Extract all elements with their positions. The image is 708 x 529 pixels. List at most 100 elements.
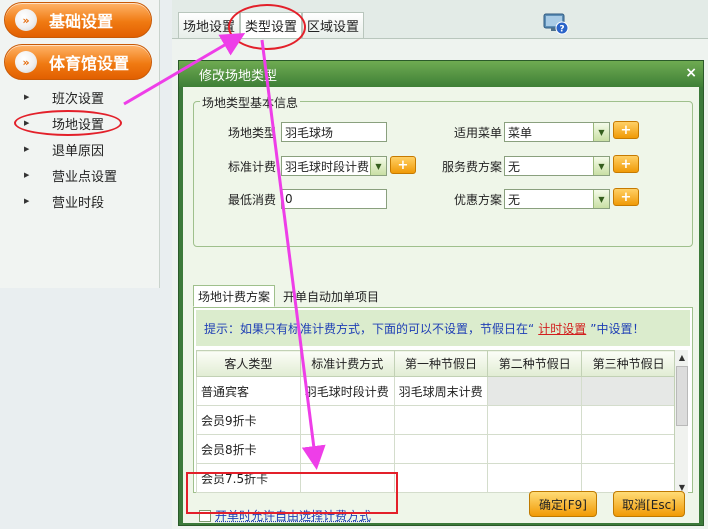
- chevron-down-icon[interactable]: ▼: [593, 157, 609, 175]
- add-menu-button[interactable]: +: [613, 121, 639, 139]
- add-discount-button[interactable]: +: [613, 188, 639, 206]
- add-service-fee-button[interactable]: +: [613, 155, 639, 173]
- tab-venue-fee-plan[interactable]: 场地计费方案: [193, 285, 276, 307]
- sidebar: » 基础设置 » 体育馆设置 ▶ 班次设置 ▶ 场地设置 ▶ 退单原因 ▶ 营业…: [0, 0, 160, 288]
- grid-cell[interactable]: 羽毛球时段计费: [299, 376, 395, 406]
- sidebar-item-refund-reason[interactable]: ▶ 退单原因: [24, 136, 154, 162]
- grid-cell[interactable]: [393, 434, 489, 464]
- grid-cell[interactable]: [581, 434, 676, 464]
- tab-label: 开单自动加单项目: [283, 289, 380, 304]
- timing-settings-link[interactable]: 计时设置: [538, 320, 586, 337]
- sidebar-item-label: 营业点设置: [52, 169, 118, 185]
- close-icon[interactable]: ×: [685, 65, 697, 81]
- table-row: 普通宾客 羽毛球时段计费 羽毛球周末计费: [196, 376, 676, 406]
- grid-cell[interactable]: [487, 405, 583, 435]
- category-label: 基础设置: [49, 12, 114, 31]
- standard-fee-select[interactable]: 羽毛球时段计费 ▼: [281, 156, 387, 176]
- edit-venue-type-dialog: 修改场地类型 × 场地类型基本信息 场地类型 羽毛球场 标准计费 羽毛球时段计费…: [178, 60, 704, 526]
- tab-area-settings[interactable]: 区域设置: [302, 12, 365, 38]
- grid-cell[interactable]: 羽毛球周末计费: [393, 376, 489, 406]
- menu-value: 菜单: [508, 125, 533, 140]
- grid-scrollbar[interactable]: ▲ ▼: [674, 350, 688, 494]
- triangle-right-icon: ▶: [24, 197, 30, 205]
- double-chevron-down-icon: »: [15, 51, 37, 73]
- chevron-down-icon[interactable]: ▼: [593, 190, 609, 208]
- column-header[interactable]: 第二种节假日: [487, 350, 583, 377]
- highlight-type-settings: [228, 4, 306, 50]
- column-header[interactable]: 客人类型: [196, 350, 301, 377]
- group-legend: 场地类型基本信息: [200, 94, 301, 111]
- service-fee-label: 服务费方案: [441, 160, 502, 174]
- grid-cell[interactable]: [487, 434, 583, 464]
- discount-select[interactable]: 无 ▼: [504, 189, 610, 209]
- sidebar-item-business-hours[interactable]: ▶ 营业时段: [24, 188, 154, 214]
- sidebar-item-label: 班次设置: [52, 91, 105, 107]
- discount-label: 优惠方案: [453, 193, 502, 207]
- grid-cell[interactable]: 会员9折卡: [196, 405, 301, 435]
- chevron-down-icon[interactable]: ▼: [593, 123, 609, 141]
- service-fee-value: 无: [508, 159, 521, 174]
- triangle-right-icon: ▶: [24, 145, 30, 153]
- grid-cell[interactable]: [487, 463, 583, 493]
- cancel-button[interactable]: 取消[Esc]: [613, 491, 685, 517]
- scroll-up-icon[interactable]: ▲: [675, 350, 689, 364]
- grid-cell[interactable]: 普通宾客: [196, 376, 301, 406]
- menu-select[interactable]: 菜单 ▼: [504, 122, 610, 142]
- tab-auto-add-items[interactable]: 开单自动加单项目: [279, 285, 383, 307]
- hint-text-end: ”中设置！: [590, 321, 645, 336]
- grid-cell[interactable]: [581, 463, 676, 493]
- dialog-titlebar[interactable]: 修改场地类型: [179, 61, 703, 87]
- venue-type-input[interactable]: 羽毛球场: [281, 122, 387, 142]
- min-spend-value: 0: [285, 192, 293, 206]
- sidebar-item-shift-settings[interactable]: ▶ 班次设置: [24, 84, 154, 110]
- category-basic-settings[interactable]: » 基础设置: [4, 2, 152, 38]
- grid-cell[interactable]: [299, 405, 395, 435]
- grid-cell[interactable]: [393, 463, 489, 493]
- triangle-right-icon: ▶: [24, 93, 30, 101]
- sidebar-item-business-point[interactable]: ▶ 营业点设置: [24, 162, 154, 188]
- sidebar-sub-list: ▶ 班次设置 ▶ 场地设置 ▶ 退单原因 ▶ 营业点设置 ▶ 营业时段: [24, 84, 154, 214]
- discount-value: 无: [508, 192, 521, 207]
- grid-cell[interactable]: [581, 376, 676, 406]
- column-header[interactable]: 第三种节假日: [581, 350, 676, 377]
- help-monitor-icon[interactable]: ?: [543, 12, 569, 36]
- service-fee-select[interactable]: 无 ▼: [504, 156, 610, 176]
- table-row: 会员9折卡: [196, 405, 676, 435]
- min-spend-label: 最低消费: [227, 193, 276, 207]
- chevron-down-icon[interactable]: ▼: [370, 157, 386, 175]
- fee-plan-panel: 提示：如果只有标准计费方式，下面的可以不设置，节假日在“ 计时设置 ”中设置！ …: [193, 307, 693, 494]
- highlight-venue-settings: [14, 110, 122, 136]
- menu-label: 适用菜单: [453, 126, 502, 140]
- hint-text: 提示：如果只有标准计费方式，下面的可以不设置，节假日在“: [204, 321, 535, 336]
- scroll-thumb[interactable]: [676, 366, 688, 426]
- triangle-right-icon: ▶: [24, 171, 30, 179]
- sidebar-item-label: 退单原因: [52, 143, 105, 159]
- grid-cell[interactable]: 会员8折卡: [196, 434, 301, 464]
- highlight-free-choose: [186, 472, 398, 514]
- standard-fee-label: 标准计费: [227, 160, 276, 174]
- venue-type-value: 羽毛球场: [285, 125, 334, 140]
- venue-type-label: 场地类型: [227, 126, 276, 140]
- basic-info-group: 场地类型基本信息 场地类型 羽毛球场 标准计费 羽毛球时段计费 ▼ + 最低消费…: [193, 94, 693, 247]
- grid-cell[interactable]: [299, 434, 395, 464]
- svg-text:?: ?: [559, 25, 564, 35]
- hint-bar: 提示：如果只有标准计费方式，下面的可以不设置，节假日在“ 计时设置 ”中设置！: [196, 310, 690, 346]
- dialog-title: 修改场地类型: [199, 68, 278, 84]
- column-header[interactable]: 第一种节假日: [393, 350, 489, 377]
- tab-label: 区域设置: [307, 20, 360, 35]
- category-stadium-settings[interactable]: » 体育馆设置: [4, 44, 152, 80]
- grid-header-row: 客人类型 标准计费方式 第一种节假日 第二种节假日 第三种节假日: [196, 350, 676, 377]
- grid-cell[interactable]: [393, 405, 489, 435]
- table-row: 会员8折卡: [196, 434, 676, 464]
- add-standard-fee-button[interactable]: +: [390, 156, 416, 174]
- confirm-button[interactable]: 确定[F9]: [529, 491, 597, 517]
- grid-cell[interactable]: [581, 405, 676, 435]
- category-label: 体育馆设置: [49, 54, 130, 73]
- min-spend-input[interactable]: 0: [281, 189, 387, 209]
- sidebar-item-label: 营业时段: [52, 195, 105, 211]
- dialog-body: 场地类型基本信息 场地类型 羽毛球场 标准计费 羽毛球时段计费 ▼ + 最低消费…: [183, 87, 699, 523]
- column-header[interactable]: 标准计费方式: [299, 350, 395, 377]
- standard-fee-value: 羽毛球时段计费: [285, 159, 370, 174]
- tab-label: 场地计费方案: [198, 289, 271, 304]
- grid-cell[interactable]: [487, 376, 583, 406]
